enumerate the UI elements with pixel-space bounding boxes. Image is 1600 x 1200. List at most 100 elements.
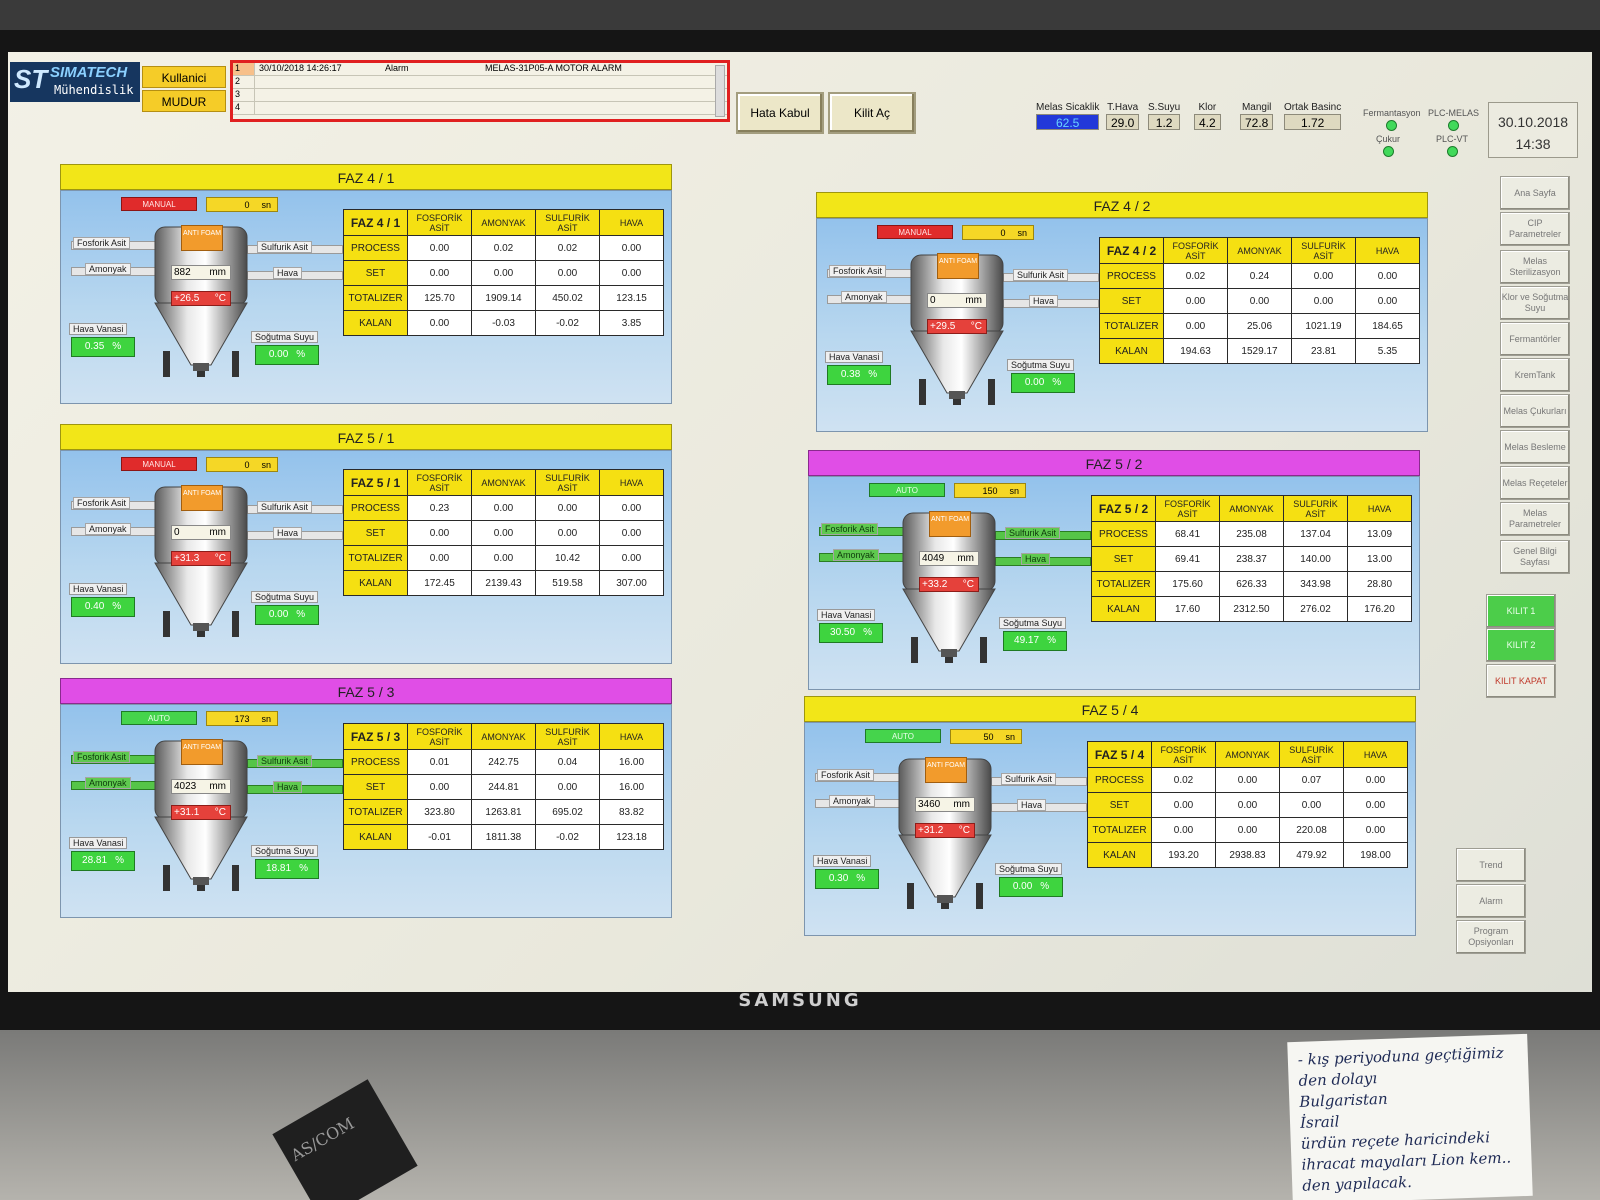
cooling-water-value[interactable]: 0.00% xyxy=(999,877,1063,897)
mode-button[interactable]: AUTO xyxy=(869,483,945,497)
air-valve-label: Hava Vanasi xyxy=(69,323,128,335)
nav-button[interactable]: KILIT 1 xyxy=(1486,594,1556,628)
mode-button[interactable]: MANUAL xyxy=(121,197,197,211)
nav-button[interactable]: KILIT KAPAT xyxy=(1486,664,1556,698)
table-cell[interactable]: 238.37 xyxy=(1219,546,1284,572)
mode-button[interactable]: MANUAL xyxy=(877,225,953,239)
user-name[interactable]: MUDUR xyxy=(142,90,226,112)
pipe-label: Fosforik Asit xyxy=(73,237,131,249)
air-valve-unit: % xyxy=(115,855,124,866)
table-cell: 450.02 xyxy=(535,285,600,311)
pipe-label: Sulfurik Asit xyxy=(1001,773,1057,785)
table-cell[interactable]: 0.00 xyxy=(599,260,664,286)
air-valve-value[interactable]: 0.30% xyxy=(815,869,879,889)
timer-field[interactable]: 0 sn xyxy=(206,197,278,212)
table-cell[interactable]: 0.00 xyxy=(535,260,600,286)
nav-button[interactable]: Klor ve Soğutma Suyu xyxy=(1500,286,1570,320)
nav-button[interactable]: Trend xyxy=(1456,848,1526,882)
table-cell: 0.00 xyxy=(407,310,472,336)
table-cell: 0.00 xyxy=(1343,767,1408,793)
alarm-row[interactable]: 2 xyxy=(233,76,727,89)
table-cell[interactable]: 244.81 xyxy=(471,774,536,800)
table-cell[interactable]: 0.00 xyxy=(1163,288,1228,314)
nav-button[interactable]: Melas Parametreler xyxy=(1500,502,1570,536)
timer-field[interactable]: 150 sn xyxy=(954,483,1026,498)
status-indicator-icon xyxy=(1448,120,1460,131)
unlock-button[interactable]: Kilit Aç xyxy=(828,92,916,134)
table-cell[interactable]: 0.00 xyxy=(1279,792,1344,818)
table-cell[interactable]: 0.00 xyxy=(535,520,600,546)
table-cell[interactable]: 0.00 xyxy=(471,520,536,546)
nav-button[interactable]: CIP Parametreler xyxy=(1500,212,1570,246)
table-cell[interactable]: 0.00 xyxy=(407,774,472,800)
table-cell[interactable]: 0.00 xyxy=(599,520,664,546)
cooling-water-value[interactable]: 0.00% xyxy=(255,345,319,365)
air-valve-value[interactable]: 30.50% xyxy=(819,623,883,643)
nav-button[interactable]: KILIT 2 xyxy=(1486,628,1556,662)
air-valve-value[interactable]: 0.35% xyxy=(71,337,135,357)
antifoam-button[interactable]: ANTI FOAM xyxy=(181,225,223,251)
table-cell[interactable]: 69.41 xyxy=(1155,546,1220,572)
antifoam-button[interactable]: ANTI FOAM xyxy=(925,757,967,783)
mode-button[interactable]: MANUAL xyxy=(121,457,197,471)
nav-button[interactable]: Melas Besleme xyxy=(1500,430,1570,464)
nav-button[interactable]: Melas Çukurları xyxy=(1500,394,1570,428)
ack-button[interactable]: Hata Kabul xyxy=(736,92,824,134)
table-cell[interactable]: 16.00 xyxy=(599,774,664,800)
table-cell: 23.81 xyxy=(1291,338,1356,364)
nav-button[interactable]: Program Opsiyonları xyxy=(1456,920,1526,954)
table-cell[interactable]: 0.00 xyxy=(1343,792,1408,818)
table-cell[interactable]: 0.00 xyxy=(1291,288,1356,314)
table-cell[interactable]: 0.00 xyxy=(1215,792,1280,818)
cooling-water-value[interactable]: 18.81% xyxy=(255,859,319,879)
alarm-row[interactable]: 4 xyxy=(233,102,727,115)
timer-field[interactable]: 0 sn xyxy=(962,225,1034,240)
cooling-water-value[interactable]: 49.17% xyxy=(1003,631,1067,651)
row-header: TOTALIZER xyxy=(343,799,408,825)
table-cell[interactable]: 0.00 xyxy=(1151,792,1216,818)
timer-field[interactable]: 50 sn xyxy=(950,729,1022,744)
table-cell[interactable]: 0.00 xyxy=(1355,288,1420,314)
antifoam-button[interactable]: ANTI FOAM xyxy=(929,511,971,537)
nav-button[interactable]: Melas Reçeteler xyxy=(1500,466,1570,500)
table-cell[interactable]: 0.00 xyxy=(1227,288,1292,314)
air-valve-value[interactable]: 0.40% xyxy=(71,597,135,617)
row-header: TOTALIZER xyxy=(1087,817,1152,843)
alarm-list[interactable]: 1 30/10/2018 14:26:17 Alarm MELAS-31P05-A M… xyxy=(230,60,730,122)
cooling-water-value[interactable]: 0.00% xyxy=(1011,373,1075,393)
antifoam-button[interactable]: ANTI FOAM xyxy=(181,485,223,511)
antifoam-button[interactable]: ANTI FOAM xyxy=(937,253,979,279)
nav-button[interactable]: Genel Bilgi Sayfası xyxy=(1500,540,1570,574)
table-cell[interactable]: 0.00 xyxy=(535,774,600,800)
nav-button[interactable]: Melas Sterilizasyon xyxy=(1500,250,1570,284)
mode-button[interactable]: AUTO xyxy=(121,711,197,725)
air-valve-value[interactable]: 0.38% xyxy=(827,365,891,385)
cooling-water-value[interactable]: 0.00% xyxy=(255,605,319,625)
panel-title: FAZ 4 / 1 xyxy=(60,164,672,190)
timer-field[interactable]: 173 sn xyxy=(206,711,278,726)
faz-panel: FAZ 4 / 2 MANUAL 0 sn Fosforik Asit Amonyak Su… xyxy=(816,192,1428,432)
panel-body: MANUAL 0 sn Fosforik Asit Amonyak Sulfurik As… xyxy=(60,450,672,664)
mode-button[interactable]: AUTO xyxy=(865,729,941,743)
alarm-scrollbar[interactable] xyxy=(715,65,725,117)
air-valve-value[interactable]: 28.81% xyxy=(71,851,135,871)
table-cell: 123.18 xyxy=(599,824,664,850)
nav-button[interactable]: Alarm xyxy=(1456,884,1526,918)
table-cell[interactable]: 0.00 xyxy=(407,520,472,546)
table-cell[interactable]: 0.00 xyxy=(471,260,536,286)
table-cell[interactable]: 13.00 xyxy=(1347,546,1412,572)
column-header: AMONYAK xyxy=(471,469,536,496)
antifoam-button[interactable]: ANTI FOAM xyxy=(181,739,223,765)
cooling-water-label: Soğutma Suyu xyxy=(1007,359,1075,371)
temperature-readout: +31.3 °C xyxy=(171,551,231,566)
nav-button[interactable]: Fermantörler xyxy=(1500,322,1570,356)
alarm-row-kind: Alarm xyxy=(385,63,409,73)
cooling-water-label: Soğutma Suyu xyxy=(995,863,1063,875)
nav-button[interactable]: Ana Sayfa xyxy=(1500,176,1570,210)
table-cell[interactable]: 0.00 xyxy=(407,260,472,286)
nav-button[interactable]: KremTank xyxy=(1500,358,1570,392)
table-cell[interactable]: 140.00 xyxy=(1283,546,1348,572)
timer-field[interactable]: 0 sn xyxy=(206,457,278,472)
alarm-row[interactable]: 3 xyxy=(233,89,727,102)
alarm-row[interactable]: 1 30/10/2018 14:26:17 Alarm MELAS-31P05-A M… xyxy=(233,63,727,76)
